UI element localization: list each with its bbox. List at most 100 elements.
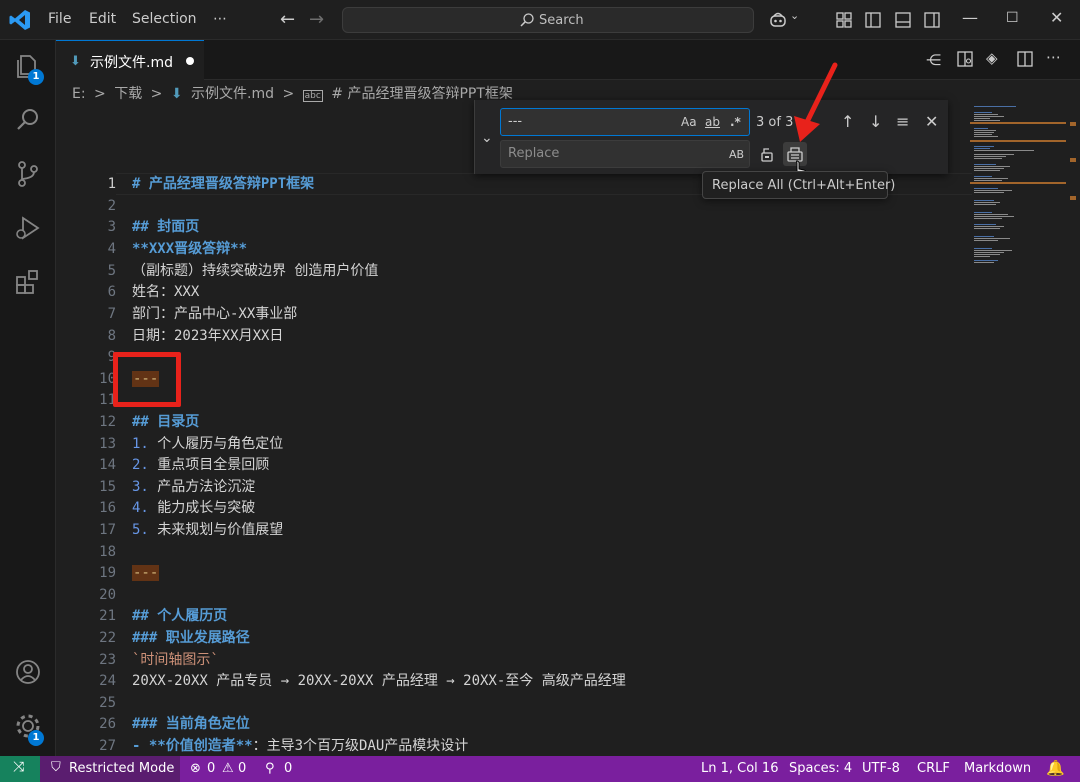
extensions-icon[interactable] (12, 266, 44, 298)
whole-word-toggle[interactable]: ab (705, 115, 720, 129)
line-number: 17 (99, 522, 116, 538)
code-line: --- (132, 562, 160, 584)
preserve-case-toggle[interactable]: AB (729, 148, 744, 161)
line-number: 7 (107, 306, 116, 322)
menu-file[interactable]: File (48, 11, 71, 27)
maximize-icon[interactable]: ☐ (1006, 10, 1019, 26)
close-window-icon[interactable]: ✕ (1050, 8, 1063, 27)
source-control-icon[interactable] (12, 158, 44, 190)
menu-selection[interactable]: Selection (132, 11, 197, 27)
unsaved-dot-icon[interactable] (186, 57, 194, 65)
line-number: 1 (107, 176, 116, 192)
line-number: 13 (99, 436, 116, 452)
breadcrumb-file[interactable]: 示例文件.md (191, 86, 274, 102)
warning-count[interactable]: 0 (238, 761, 246, 776)
match-count: 3 of 3 (756, 115, 794, 130)
markdown-file-icon: ⬇ (170, 86, 183, 102)
restricted-mode-indicator[interactable]: ⛉ Restricted Mode (40, 756, 180, 782)
code-line: ## 封面页 (132, 219, 200, 235)
menu-more[interactable]: ⋯ (213, 11, 227, 27)
remote-icon: ⤨ (13, 759, 25, 775)
code-line: 3. 产品方法论沉淀 (132, 476, 255, 498)
search-icon (520, 13, 534, 27)
find-input[interactable]: --- Aa ab .* (500, 108, 750, 136)
plain-text: ：主导3个百万级DAU产品模块设计 (252, 738, 469, 754)
error-count[interactable]: 0 (207, 761, 215, 776)
next-match-icon[interactable]: ↓ (869, 112, 882, 131)
chevron-down-icon[interactable]: ⌄ (790, 9, 810, 29)
replace-icon[interactable] (755, 142, 779, 166)
encoding[interactable]: UTF-8 (862, 761, 900, 776)
menu-edit[interactable]: Edit (89, 11, 116, 27)
title-bar: File Edit Selection ⋯ ← → Search ⌄ — ☐ ✕ (0, 0, 1080, 40)
copilot-icon[interactable] (768, 10, 788, 30)
line-number: 27 (99, 738, 116, 754)
line-number: 4 (107, 241, 116, 257)
toggle-panel-icon[interactable] (893, 10, 913, 30)
ports-icon[interactable]: ⚲ (265, 761, 275, 776)
annotation-arrow-icon (794, 62, 838, 142)
back-arrow-icon[interactable]: ← (280, 9, 295, 30)
list-text: 重点项目全景回顾 (148, 457, 270, 473)
ports-count[interactable]: 0 (284, 761, 292, 776)
accounts-icon[interactable] (12, 656, 44, 688)
forward-arrow-icon[interactable]: → (309, 9, 324, 30)
line-number: 8 (107, 328, 116, 344)
compare-icon[interactable]: ◈ (986, 49, 998, 67)
line-number: 3 (107, 219, 116, 235)
line-ending[interactable]: CRLF (917, 761, 950, 776)
minimize-icon[interactable]: — (962, 8, 978, 27)
toggle-secondary-sidebar-icon[interactable] (922, 10, 942, 30)
line-number: 9 (107, 349, 116, 365)
replace-placeholder: Replace (508, 146, 560, 161)
breadcrumb-separator: > (282, 86, 295, 102)
status-bar: ⤨ ⛉ Restricted Mode ⊗ 0 ⚠ 0 ⚲ 0 Ln 1, Co… (0, 756, 1080, 782)
remote-indicator[interactable]: ⤨ (0, 756, 40, 782)
replace-input[interactable]: Replace AB (500, 140, 750, 168)
notifications-bell-icon[interactable]: 🔔 (1046, 759, 1065, 777)
warning-icon[interactable]: ⚠ (222, 761, 234, 776)
find-in-selection-icon[interactable]: ≡ (896, 112, 909, 131)
tab-example-file[interactable]: ⬇ 示例文件.md (56, 40, 204, 80)
editor[interactable]: 1 2 3 4 5 6 7 8 9 10 11 12 13 14 15 16 1… (56, 104, 1080, 756)
search-icon[interactable] (12, 104, 44, 136)
previous-match-icon[interactable]: ↑ (841, 112, 854, 131)
close-find-icon[interactable]: ✕ (925, 112, 938, 131)
breadcrumb-separator: > (150, 86, 163, 102)
open-changes-icon[interactable]: ⋲ (926, 51, 941, 69)
regex-toggle[interactable]: .* (730, 115, 741, 129)
toggle-replace-chevron-icon[interactable]: ⌄ (481, 130, 493, 146)
activity-bar: 1 1 (0, 40, 56, 756)
breadcrumb-drive[interactable]: E: (72, 86, 86, 102)
run-debug-icon[interactable] (12, 212, 44, 244)
code-line: 日期：2023年XX月XX日 (132, 328, 284, 344)
breadcrumb-separator: > (94, 86, 106, 102)
error-icon[interactable]: ⊗ (190, 761, 201, 776)
line-number: 5 (107, 263, 116, 279)
cursor-position[interactable]: Ln 1, Col 16 (701, 761, 778, 776)
line-number: 23 (99, 652, 116, 668)
breadcrumb-folder[interactable]: 下载 (114, 86, 142, 102)
vscode-logo-icon (9, 10, 30, 30)
customize-layout-icon[interactable] (834, 10, 854, 30)
vertical-scrollbar[interactable] (1066, 104, 1080, 756)
minimap[interactable] (970, 104, 1066, 324)
open-preview-to-side-icon[interactable] (956, 50, 974, 68)
find-input-value: --- (508, 114, 523, 129)
list-text: 产品方法论沉淀 (148, 479, 256, 495)
split-editor-icon[interactable] (1016, 50, 1034, 68)
line-number: 24 (99, 673, 116, 689)
restricted-mode-label: Restricted Mode (69, 761, 175, 776)
toggle-primary-sidebar-icon[interactable] (863, 10, 883, 30)
code-line: 5. 未来规划与价值展望 (132, 519, 283, 541)
language-mode[interactable]: Markdown (964, 761, 1031, 776)
more-actions-icon[interactable]: ⋯ (1046, 48, 1061, 66)
code-line: 部门：产品中心-XX事业部 (132, 306, 298, 322)
indentation[interactable]: Spaces: 4 (789, 761, 852, 776)
command-center-search[interactable]: Search (342, 7, 754, 33)
replace-all-tooltip: Replace All (Ctrl+Alt+Enter) (702, 171, 895, 199)
match-case-toggle[interactable]: Aa (681, 115, 697, 129)
tab-label: 示例文件.md (90, 55, 173, 71)
line-number: 11 (99, 392, 116, 408)
scrollbar-match-marker (1070, 196, 1076, 200)
